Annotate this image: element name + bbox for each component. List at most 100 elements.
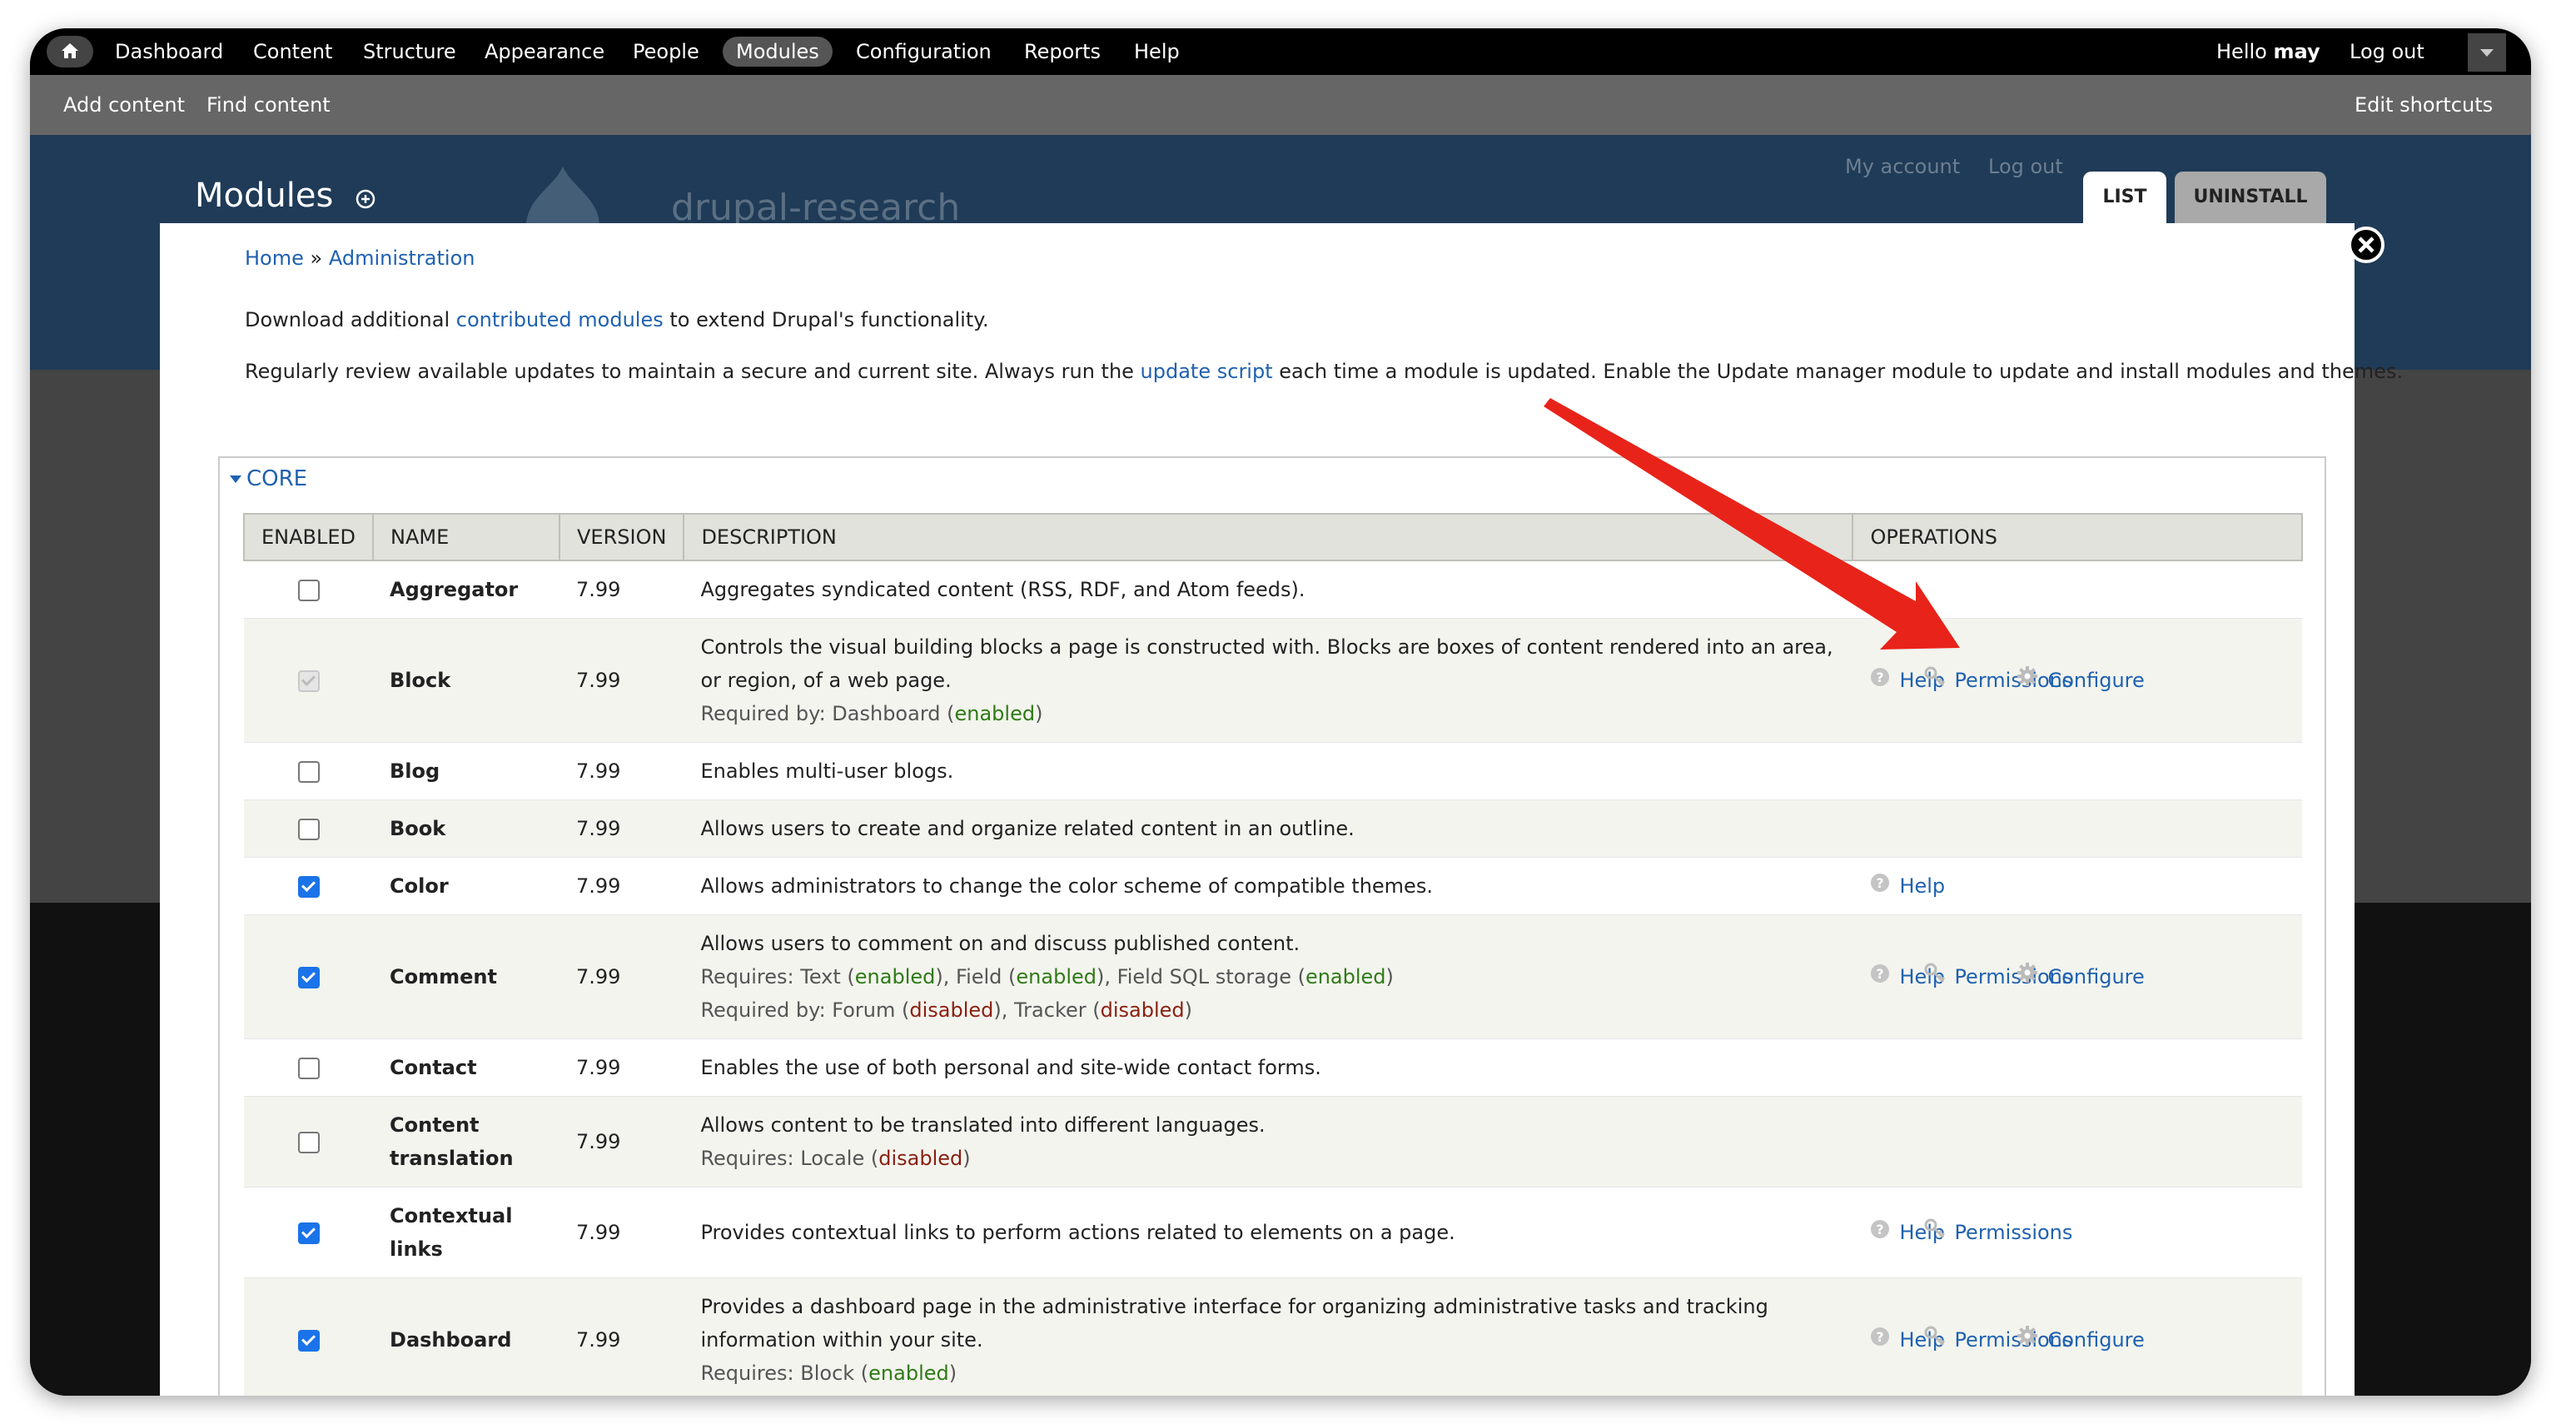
home-icon bbox=[62, 43, 78, 58]
enabled-checkbox[interactable] bbox=[297, 819, 320, 840]
module-dependencies: Requires: Block (enabled) bbox=[700, 1362, 957, 1385]
module-version: 7.99 bbox=[559, 560, 684, 619]
module-dependencies: Required by: Forum (disabled), Tracker (… bbox=[700, 998, 1193, 1022]
col-version: VERSION bbox=[559, 513, 685, 561]
plus-circle-icon[interactable] bbox=[355, 188, 376, 210]
table-row: Blog 7.99 Enables multi-user blogs. bbox=[244, 742, 2302, 800]
configure-link[interactable]: Configure bbox=[2016, 960, 2145, 994]
help-link[interactable]: ? Help bbox=[1869, 869, 1945, 904]
enabled-checkbox[interactable] bbox=[297, 1132, 320, 1153]
key-icon bbox=[1924, 665, 1946, 698]
enabled-checkbox[interactable] bbox=[297, 761, 320, 783]
table-row: Contextual links 7.99 Provides contextual l… bbox=[244, 1187, 2302, 1278]
tab-list[interactable]: LIST bbox=[2083, 172, 2166, 223]
enabled-checkbox[interactable] bbox=[297, 580, 320, 601]
breadcrumb-home[interactable]: Home bbox=[245, 246, 304, 270]
module-dependencies: Requires: Locale (disabled) bbox=[700, 1147, 971, 1170]
module-description: Provides contextual links to perform act… bbox=[684, 1187, 1853, 1278]
overlay-content: Home » Administration Download additiona… bbox=[160, 223, 2403, 1396]
toolbar-dashboard[interactable]: Dashboard bbox=[115, 37, 223, 67]
enabled-cell bbox=[244, 560, 374, 619]
enabled-checkbox[interactable] bbox=[297, 1058, 320, 1079]
enabled-checkbox[interactable] bbox=[297, 1330, 320, 1352]
update-script-link[interactable]: update script bbox=[1141, 360, 1273, 383]
configure-link[interactable]: Configure bbox=[2016, 664, 2145, 698]
enabled-cell bbox=[244, 742, 374, 800]
module-version: 7.99 bbox=[559, 1187, 684, 1278]
description-line: Allows administrators to change the colo… bbox=[700, 874, 1433, 898]
module-name: Content translation bbox=[373, 1096, 560, 1187]
svg-text:?: ? bbox=[1877, 875, 1884, 891]
collapse-triangle-icon bbox=[230, 475, 241, 483]
module-description: Enables multi-user blogs. bbox=[684, 742, 1853, 800]
toolbar-modules[interactable]: Modules bbox=[723, 37, 833, 67]
svg-text:?: ? bbox=[1877, 670, 1884, 685]
shortcuts-bar: Add content Find content Edit shortcuts bbox=[30, 75, 2531, 135]
help-circle-icon: ? bbox=[1869, 961, 1891, 994]
enabled-checkbox[interactable] bbox=[297, 1222, 320, 1244]
core-fieldset: CORE ENABLED NAME VERSION DESCRIPTION OP… bbox=[218, 456, 2326, 1396]
contributed-modules-link[interactable]: contributed modules bbox=[456, 308, 664, 331]
gear-icon bbox=[2016, 961, 2039, 994]
col-name: NAME bbox=[372, 513, 561, 561]
close-icon[interactable] bbox=[2346, 225, 2386, 265]
module-description: Enables the use of both personal and sit… bbox=[684, 1038, 1853, 1097]
breadcrumb-administration[interactable]: Administration bbox=[329, 246, 475, 270]
intro-2-text-b: each time a module is updated. Enable th… bbox=[1272, 360, 2404, 383]
toolbar-logout[interactable]: Log out bbox=[2350, 37, 2424, 67]
site-logout-link[interactable]: Log out bbox=[1988, 155, 2063, 178]
module-name: Aggregator bbox=[373, 560, 560, 619]
configure-link[interactable]: Configure bbox=[2016, 1323, 2145, 1357]
module-description: Provides a dashboard page in the adminis… bbox=[684, 1277, 1853, 1396]
description-line: Provides a dashboard page in the adminis… bbox=[700, 1295, 1768, 1318]
window-frame: Dashboard Content Structure Appearance P… bbox=[30, 28, 2531, 1396]
shortcut-find-content[interactable]: Find content bbox=[206, 90, 331, 120]
toolbar-appearance[interactable]: Appearance bbox=[485, 37, 604, 67]
toolbar-structure[interactable]: Structure bbox=[363, 37, 456, 67]
module-name: Book bbox=[373, 799, 560, 858]
gear-icon bbox=[2016, 1324, 2039, 1357]
toolbar-configuration[interactable]: Configuration bbox=[856, 37, 992, 67]
tab-uninstall[interactable]: UNINSTALL bbox=[2175, 172, 2326, 223]
toolbar-content[interactable]: Content bbox=[253, 37, 332, 67]
help-circle-icon: ? bbox=[1869, 1217, 1891, 1250]
svg-text:?: ? bbox=[1877, 1222, 1884, 1237]
module-name: Color bbox=[373, 857, 560, 915]
module-name: Blog bbox=[373, 742, 560, 800]
home-button[interactable] bbox=[47, 36, 93, 67]
gear-icon bbox=[2016, 665, 2039, 698]
module-name-line: translation bbox=[390, 1147, 514, 1170]
module-operations: ? Help bbox=[1852, 857, 2302, 915]
toolbar-people[interactable]: People bbox=[633, 37, 699, 67]
enabled-cell bbox=[244, 857, 374, 915]
my-account-link[interactable]: My account bbox=[1845, 155, 1960, 178]
dependency-status: enabled bbox=[1016, 965, 1097, 988]
core-legend[interactable]: CORE bbox=[230, 466, 307, 491]
svg-text:?: ? bbox=[1877, 966, 1884, 982]
description-line: Allows content to be translated into dif… bbox=[700, 1113, 1266, 1137]
enabled-checkbox[interactable] bbox=[297, 876, 320, 898]
shortcut-add-content[interactable]: Add content bbox=[63, 90, 185, 120]
table-header-row: ENABLED NAME VERSION DESCRIPTION OPERATI… bbox=[242, 513, 2303, 561]
configure-label: Configure bbox=[2047, 1328, 2145, 1352]
module-name-line: links bbox=[390, 1237, 443, 1261]
edit-shortcuts-link[interactable]: Edit shortcuts bbox=[2355, 90, 2493, 120]
toolbar-reports[interactable]: Reports bbox=[1024, 37, 1101, 67]
enabled-checkbox[interactable] bbox=[297, 967, 320, 988]
module-operations bbox=[1852, 799, 2302, 858]
key-icon bbox=[1924, 961, 1946, 994]
enabled-cell bbox=[244, 799, 374, 858]
toolbar-help[interactable]: Help bbox=[1134, 37, 1180, 67]
intro-paragraph-2: Regularly review available updates to ma… bbox=[245, 355, 2403, 388]
username[interactable]: may bbox=[2273, 40, 2320, 63]
dependency-name: Text ( bbox=[800, 965, 855, 988]
module-description: Allows users to comment on and discuss p… bbox=[684, 914, 1853, 1039]
shortcuts-toggle-button[interactable] bbox=[2468, 33, 2506, 72]
module-operations: ? Help Permissions Configure bbox=[1852, 914, 2302, 1039]
module-operations: ? Help Permissions bbox=[1852, 1187, 2302, 1278]
permissions-link[interactable]: Permissions bbox=[1924, 1216, 2072, 1250]
module-description: Controls the visual building blocks a pa… bbox=[684, 618, 1853, 743]
dependencies-label: Requires: bbox=[700, 1362, 801, 1385]
module-version: 7.99 bbox=[559, 914, 684, 1039]
user-greeting: Hello may bbox=[2216, 37, 2320, 67]
